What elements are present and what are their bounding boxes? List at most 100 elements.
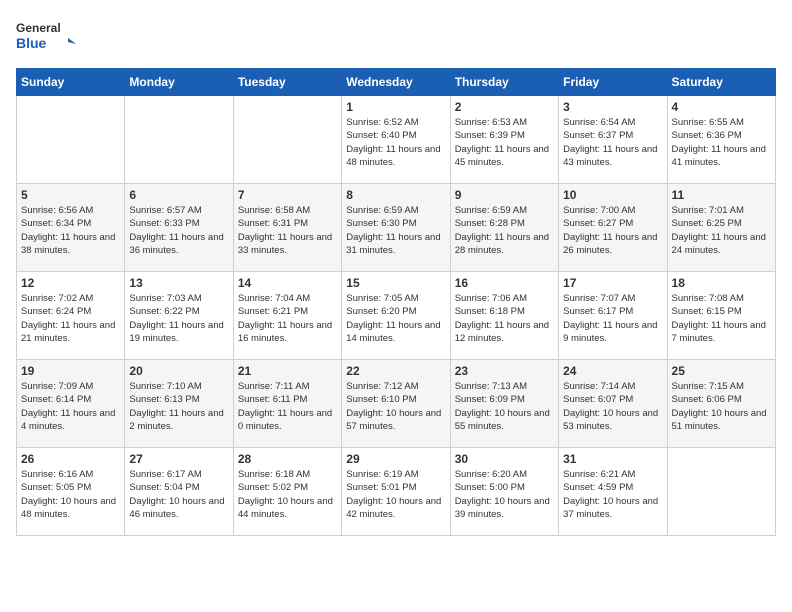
day-number: 12 [21,276,120,290]
weekday-header-monday: Monday [125,69,233,96]
day-number: 29 [346,452,445,466]
calendar-cell: 28 Sunrise: 6:18 AM Sunset: 5:02 PM Dayli… [233,448,341,536]
day-info: Sunrise: 6:21 AM Sunset: 4:59 PM Dayligh… [563,468,662,521]
calendar-cell: 2 Sunrise: 6:53 AM Sunset: 6:39 PM Daylig… [450,96,558,184]
calendar-cell: 30 Sunrise: 6:20 AM Sunset: 5:00 PM Dayli… [450,448,558,536]
day-info: Sunrise: 6:16 AM Sunset: 5:05 PM Dayligh… [21,468,120,521]
day-info: Sunrise: 6:17 AM Sunset: 5:04 PM Dayligh… [129,468,228,521]
calendar-cell [233,96,341,184]
day-number: 4 [672,100,771,114]
day-number: 6 [129,188,228,202]
calendar-cell: 6 Sunrise: 6:57 AM Sunset: 6:33 PM Daylig… [125,184,233,272]
day-info: Sunrise: 7:07 AM Sunset: 6:17 PM Dayligh… [563,292,662,345]
calendar-cell: 21 Sunrise: 7:11 AM Sunset: 6:11 PM Dayli… [233,360,341,448]
calendar-week-2: 5 Sunrise: 6:56 AM Sunset: 6:34 PM Daylig… [17,184,776,272]
calendar-cell: 1 Sunrise: 6:52 AM Sunset: 6:40 PM Daylig… [342,96,450,184]
weekday-header-tuesday: Tuesday [233,69,341,96]
day-info: Sunrise: 6:52 AM Sunset: 6:40 PM Dayligh… [346,116,445,169]
day-number: 18 [672,276,771,290]
calendar-cell: 22 Sunrise: 7:12 AM Sunset: 6:10 PM Dayli… [342,360,450,448]
weekday-header-saturday: Saturday [667,69,775,96]
day-number: 13 [129,276,228,290]
day-number: 21 [238,364,337,378]
day-number: 9 [455,188,554,202]
calendar-cell: 18 Sunrise: 7:08 AM Sunset: 6:15 PM Dayli… [667,272,775,360]
day-info: Sunrise: 6:59 AM Sunset: 6:30 PM Dayligh… [346,204,445,257]
day-number: 19 [21,364,120,378]
calendar-week-4: 19 Sunrise: 7:09 AM Sunset: 6:14 PM Dayli… [17,360,776,448]
calendar-cell [667,448,775,536]
day-info: Sunrise: 7:13 AM Sunset: 6:09 PM Dayligh… [455,380,554,433]
day-number: 23 [455,364,554,378]
day-info: Sunrise: 7:12 AM Sunset: 6:10 PM Dayligh… [346,380,445,433]
logo-svg: General Blue [16,16,76,56]
svg-text:Blue: Blue [16,35,47,51]
day-number: 20 [129,364,228,378]
calendar-cell: 17 Sunrise: 7:07 AM Sunset: 6:17 PM Dayli… [559,272,667,360]
day-info: Sunrise: 6:58 AM Sunset: 6:31 PM Dayligh… [238,204,337,257]
day-number: 16 [455,276,554,290]
calendar-cell: 11 Sunrise: 7:01 AM Sunset: 6:25 PM Dayli… [667,184,775,272]
page-header: General Blue [16,16,776,56]
day-number: 24 [563,364,662,378]
day-number: 27 [129,452,228,466]
day-info: Sunrise: 7:14 AM Sunset: 6:07 PM Dayligh… [563,380,662,433]
day-info: Sunrise: 6:54 AM Sunset: 6:37 PM Dayligh… [563,116,662,169]
day-number: 28 [238,452,337,466]
calendar-cell: 10 Sunrise: 7:00 AM Sunset: 6:27 PM Dayli… [559,184,667,272]
day-info: Sunrise: 7:11 AM Sunset: 6:11 PM Dayligh… [238,380,337,433]
calendar-cell: 9 Sunrise: 6:59 AM Sunset: 6:28 PM Daylig… [450,184,558,272]
day-info: Sunrise: 7:10 AM Sunset: 6:13 PM Dayligh… [129,380,228,433]
calendar-cell: 26 Sunrise: 6:16 AM Sunset: 5:05 PM Dayli… [17,448,125,536]
day-info: Sunrise: 7:15 AM Sunset: 6:06 PM Dayligh… [672,380,771,433]
day-number: 14 [238,276,337,290]
calendar-cell: 24 Sunrise: 7:14 AM Sunset: 6:07 PM Dayli… [559,360,667,448]
day-info: Sunrise: 7:01 AM Sunset: 6:25 PM Dayligh… [672,204,771,257]
calendar-week-1: 1 Sunrise: 6:52 AM Sunset: 6:40 PM Daylig… [17,96,776,184]
calendar-cell: 4Sunrise: 6:55 AM Sunset: 6:36 PM Daylig… [667,96,775,184]
day-number: 22 [346,364,445,378]
calendar-cell: 14 Sunrise: 7:04 AM Sunset: 6:21 PM Dayli… [233,272,341,360]
day-number: 2 [455,100,554,114]
day-number: 8 [346,188,445,202]
day-info: Sunrise: 6:18 AM Sunset: 5:02 PM Dayligh… [238,468,337,521]
calendar-table: SundayMondayTuesdayWednesdayThursdayFrid… [16,68,776,536]
day-info: Sunrise: 7:00 AM Sunset: 6:27 PM Dayligh… [563,204,662,257]
day-info: Sunrise: 7:06 AM Sunset: 6:18 PM Dayligh… [455,292,554,345]
day-number: 7 [238,188,337,202]
day-info: Sunrise: 7:02 AM Sunset: 6:24 PM Dayligh… [21,292,120,345]
calendar-cell: 31 Sunrise: 6:21 AM Sunset: 4:59 PM Dayli… [559,448,667,536]
calendar-cell: 23 Sunrise: 7:13 AM Sunset: 6:09 PM Dayli… [450,360,558,448]
calendar-cell: 29 Sunrise: 6:19 AM Sunset: 5:01 PM Dayli… [342,448,450,536]
weekday-header-sunday: Sunday [17,69,125,96]
day-info: Sunrise: 6:59 AM Sunset: 6:28 PM Dayligh… [455,204,554,257]
day-info: Sunrise: 6:53 AM Sunset: 6:39 PM Dayligh… [455,116,554,169]
calendar-cell: 19 Sunrise: 7:09 AM Sunset: 6:14 PM Dayli… [17,360,125,448]
day-info: Sunrise: 6:20 AM Sunset: 5:00 PM Dayligh… [455,468,554,521]
day-info: Sunrise: 6:57 AM Sunset: 6:33 PM Dayligh… [129,204,228,257]
day-number: 5 [21,188,120,202]
calendar-week-5: 26 Sunrise: 6:16 AM Sunset: 5:05 PM Dayli… [17,448,776,536]
day-number: 26 [21,452,120,466]
day-info: Sunrise: 7:03 AM Sunset: 6:22 PM Dayligh… [129,292,228,345]
day-info: Sunrise: 6:56 AM Sunset: 6:34 PM Dayligh… [21,204,120,257]
calendar-cell: 13 Sunrise: 7:03 AM Sunset: 6:22 PM Dayli… [125,272,233,360]
day-info: Sunrise: 7:09 AM Sunset: 6:14 PM Dayligh… [21,380,120,433]
calendar-cell: 8 Sunrise: 6:59 AM Sunset: 6:30 PM Daylig… [342,184,450,272]
day-info: Sunrise: 7:08 AM Sunset: 6:15 PM Dayligh… [672,292,771,345]
day-info: Sunrise: 7:04 AM Sunset: 6:21 PM Dayligh… [238,292,337,345]
calendar-cell [17,96,125,184]
day-number: 30 [455,452,554,466]
logo: General Blue [16,16,76,56]
day-info: Sunrise: 7:05 AM Sunset: 6:20 PM Dayligh… [346,292,445,345]
day-number: 15 [346,276,445,290]
day-info: Sunrise: 6:19 AM Sunset: 5:01 PM Dayligh… [346,468,445,521]
calendar-cell: 20 Sunrise: 7:10 AM Sunset: 6:13 PM Dayli… [125,360,233,448]
calendar-cell: 15 Sunrise: 7:05 AM Sunset: 6:20 PM Dayli… [342,272,450,360]
day-number: 17 [563,276,662,290]
calendar-cell: 25Sunrise: 7:15 AM Sunset: 6:06 PM Dayli… [667,360,775,448]
day-number: 11 [672,188,771,202]
day-number: 31 [563,452,662,466]
day-number: 10 [563,188,662,202]
day-number: 1 [346,100,445,114]
